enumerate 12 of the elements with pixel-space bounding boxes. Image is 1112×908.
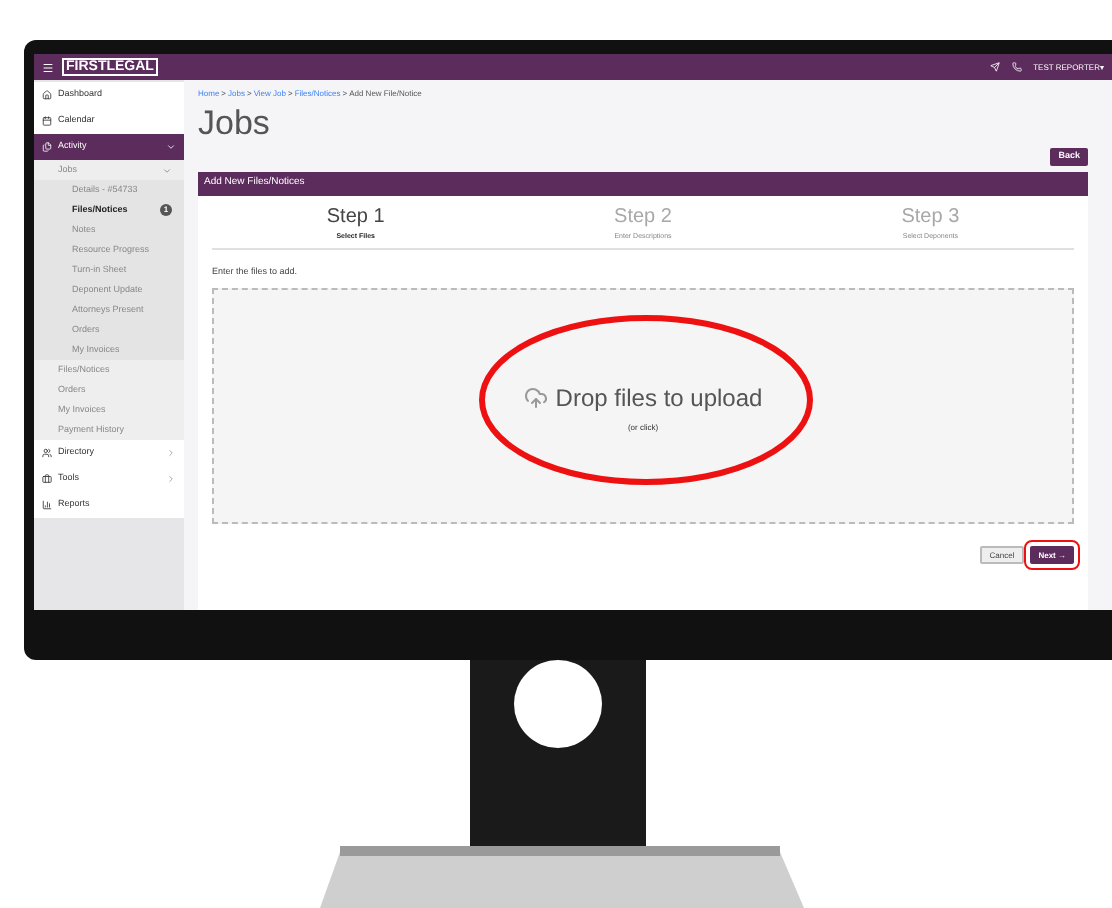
calendar-icon [42, 116, 52, 126]
home-icon [42, 90, 52, 100]
users-icon [42, 448, 52, 458]
files-icon [42, 142, 52, 152]
phone-icon[interactable] [1011, 62, 1022, 72]
briefcase-icon [42, 474, 52, 484]
dropzone-text: Drop files to upload [555, 381, 763, 415]
cloud-upload-icon [523, 385, 548, 409]
send-icon[interactable] [989, 62, 1000, 72]
page-title: Jobs [198, 106, 272, 140]
bar-chart-icon [42, 500, 52, 510]
menu-icon[interactable] [42, 61, 54, 73]
